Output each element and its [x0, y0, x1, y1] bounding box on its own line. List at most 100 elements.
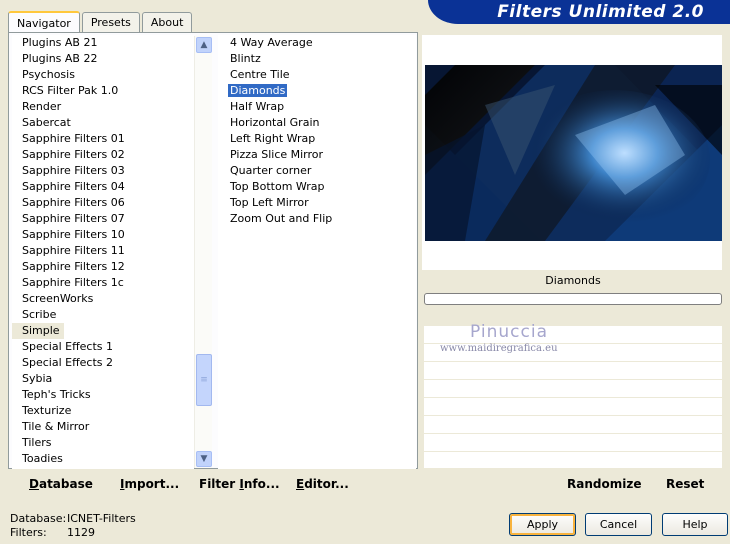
filter-item-label: Left Right Wrap	[230, 132, 316, 145]
randomize-button[interactable]: Randomize	[567, 477, 641, 491]
category-item[interactable]: Sapphire Filters 06	[12, 195, 194, 211]
category-item[interactable]: Texturize	[12, 403, 194, 419]
filter-item[interactable]: Quarter corner	[218, 163, 416, 179]
category-item-label: Sapphire Filters 04	[22, 180, 125, 193]
category-item[interactable]: Plugins AB 22	[12, 51, 194, 67]
filter-item[interactable]: Top Left Mirror	[218, 195, 416, 211]
database-status-value: ICNET-Filters	[67, 512, 136, 525]
category-item[interactable]: Sapphire Filters 04	[12, 179, 194, 195]
category-item-label: Toadies	[22, 452, 63, 465]
category-item[interactable]: Special Effects 1	[12, 339, 194, 355]
category-item-label: Sapphire Filters 01	[22, 132, 125, 145]
help-button[interactable]: Help	[662, 513, 728, 536]
category-item[interactable]: Sapphire Filters 07	[12, 211, 194, 227]
category-item[interactable]: Sapphire Filters 03	[12, 163, 194, 179]
grip-icon: ≡	[200, 374, 208, 385]
category-scrollbar[interactable]: ▲ ≡ ▼	[194, 36, 212, 468]
editor-button-label: ditor...	[304, 477, 349, 491]
reset-button[interactable]: Reset	[666, 477, 704, 491]
category-item[interactable]: ScreenWorks	[12, 291, 194, 307]
category-item[interactable]: Teph's Tricks	[12, 387, 194, 403]
filter-item[interactable]: Horizontal Grain	[218, 115, 416, 131]
category-item[interactable]: Plugins AB 21	[12, 35, 194, 51]
filter-item-label: 4 Way Average	[230, 36, 313, 49]
parameter-row	[424, 398, 722, 416]
tab-about-label: About	[150, 16, 184, 29]
database-status-label: Database:	[10, 512, 67, 525]
category-item[interactable]: Tilers	[12, 435, 194, 451]
category-item-label: Sapphire Filters 03	[22, 164, 125, 177]
parameter-row	[424, 416, 722, 434]
filter-item-label: Centre Tile	[230, 68, 290, 81]
diamonds-preview-graphic	[425, 65, 722, 241]
filter-info-button[interactable]: Filter Info...	[199, 477, 280, 491]
editor-button[interactable]: Editor...	[296, 477, 349, 491]
filter-item[interactable]: Blintz	[218, 51, 416, 67]
category-item-label: Plugins AB 21	[22, 36, 98, 49]
category-item-label: Tile & Mirror	[22, 420, 90, 433]
filter-item[interactable]: Pizza Slice Mirror	[218, 147, 416, 163]
filter-item-label: Zoom Out and Flip	[230, 212, 333, 225]
scroll-down-button[interactable]: ▼	[196, 451, 212, 467]
category-item-label: ScreenWorks	[22, 292, 94, 305]
parameter-row	[424, 380, 722, 398]
tab-navigator[interactable]: Navigator	[8, 11, 80, 33]
category-item-label: Texturize	[22, 404, 72, 417]
category-item[interactable]: Sapphire Filters 1c	[12, 275, 194, 291]
category-item-label: Special Effects 2	[22, 356, 114, 369]
parameter-row	[424, 362, 722, 380]
filters-unlimited-window: Filters Unlimited 2.0 Navigator Presets …	[0, 0, 730, 544]
category-item[interactable]: Sybia	[12, 371, 194, 387]
import-button[interactable]: Import...	[120, 477, 179, 491]
filter-item[interactable]: Diamonds	[218, 83, 416, 99]
category-item[interactable]: Toadies	[12, 451, 194, 467]
category-item[interactable]: Sapphire Filters 10	[12, 227, 194, 243]
filter-item[interactable]: Zoom Out and Flip	[218, 211, 416, 227]
filter-item[interactable]: 4 Way Average	[218, 35, 416, 51]
app-title: Filters Unlimited 2.0	[497, 2, 704, 22]
filter-list[interactable]: 4 Way Average Blintz Centre Tile Diamonds Ha…	[218, 35, 416, 469]
category-item-label: Render	[22, 100, 62, 113]
category-item[interactable]: Scribe	[12, 307, 194, 323]
category-item-label: Simple	[22, 324, 60, 337]
filter-item[interactable]: Top Bottom Wrap	[218, 179, 416, 195]
filter-item[interactable]: Centre Tile	[218, 67, 416, 83]
filter-item-label: Pizza Slice Mirror	[230, 148, 324, 161]
filter-item[interactable]: Half Wrap	[218, 99, 416, 115]
filters-count-value: 1129	[67, 526, 95, 539]
tab-about[interactable]: About	[141, 12, 193, 32]
category-item[interactable]: Sapphire Filters 01	[12, 131, 194, 147]
category-item[interactable]: Sapphire Filters 11	[12, 243, 194, 259]
category-item[interactable]: Sapphire Filters 02	[12, 147, 194, 163]
category-item[interactable]: Sapphire Filters 12	[12, 259, 194, 275]
filter-item[interactable]: Left Right Wrap	[218, 131, 416, 147]
category-item[interactable]: Render	[12, 99, 194, 115]
category-list[interactable]: Plugins AB 21 Plugins AB 22 Psychosis RCS F…	[12, 35, 194, 469]
database-button-label: atabase	[38, 477, 93, 491]
category-item[interactable]: Simple	[12, 323, 64, 339]
apply-button[interactable]: Apply	[509, 513, 576, 536]
scroll-thumb[interactable]: ≡	[196, 354, 212, 406]
filter-item-label: Half Wrap	[230, 100, 285, 113]
chevron-down-icon: ▼	[200, 454, 208, 464]
category-item[interactable]: Special Effects 2	[12, 355, 194, 371]
category-item-label: Sybia	[22, 372, 53, 385]
tab-presets[interactable]: Presets	[81, 12, 140, 32]
category-item[interactable]: RCS Filter Pak 1.0	[12, 83, 194, 99]
filter-item-label: Diamonds	[228, 84, 288, 97]
category-item-label: Plugins AB 22	[22, 52, 98, 65]
category-item[interactable]: Tile & Mirror	[12, 419, 194, 435]
category-item[interactable]: Psychosis	[12, 67, 194, 83]
category-item-label: RCS Filter Pak 1.0	[22, 84, 119, 97]
database-button-hotkey: D	[29, 477, 39, 491]
cancel-button[interactable]: Cancel	[585, 513, 652, 536]
tab-bar: Navigator Presets About	[8, 10, 194, 33]
category-item-label: Sapphire Filters 1c	[22, 276, 124, 289]
selected-filter-name: Diamonds	[424, 270, 722, 292]
tab-navigator-label: Navigator	[17, 16, 71, 30]
filter-item-label: Quarter corner	[230, 164, 312, 177]
category-item[interactable]: Sabercat	[12, 115, 194, 131]
scroll-up-button[interactable]: ▲	[196, 37, 212, 53]
category-item-label: Sapphire Filters 02	[22, 148, 125, 161]
database-button[interactable]: Database	[29, 477, 93, 491]
